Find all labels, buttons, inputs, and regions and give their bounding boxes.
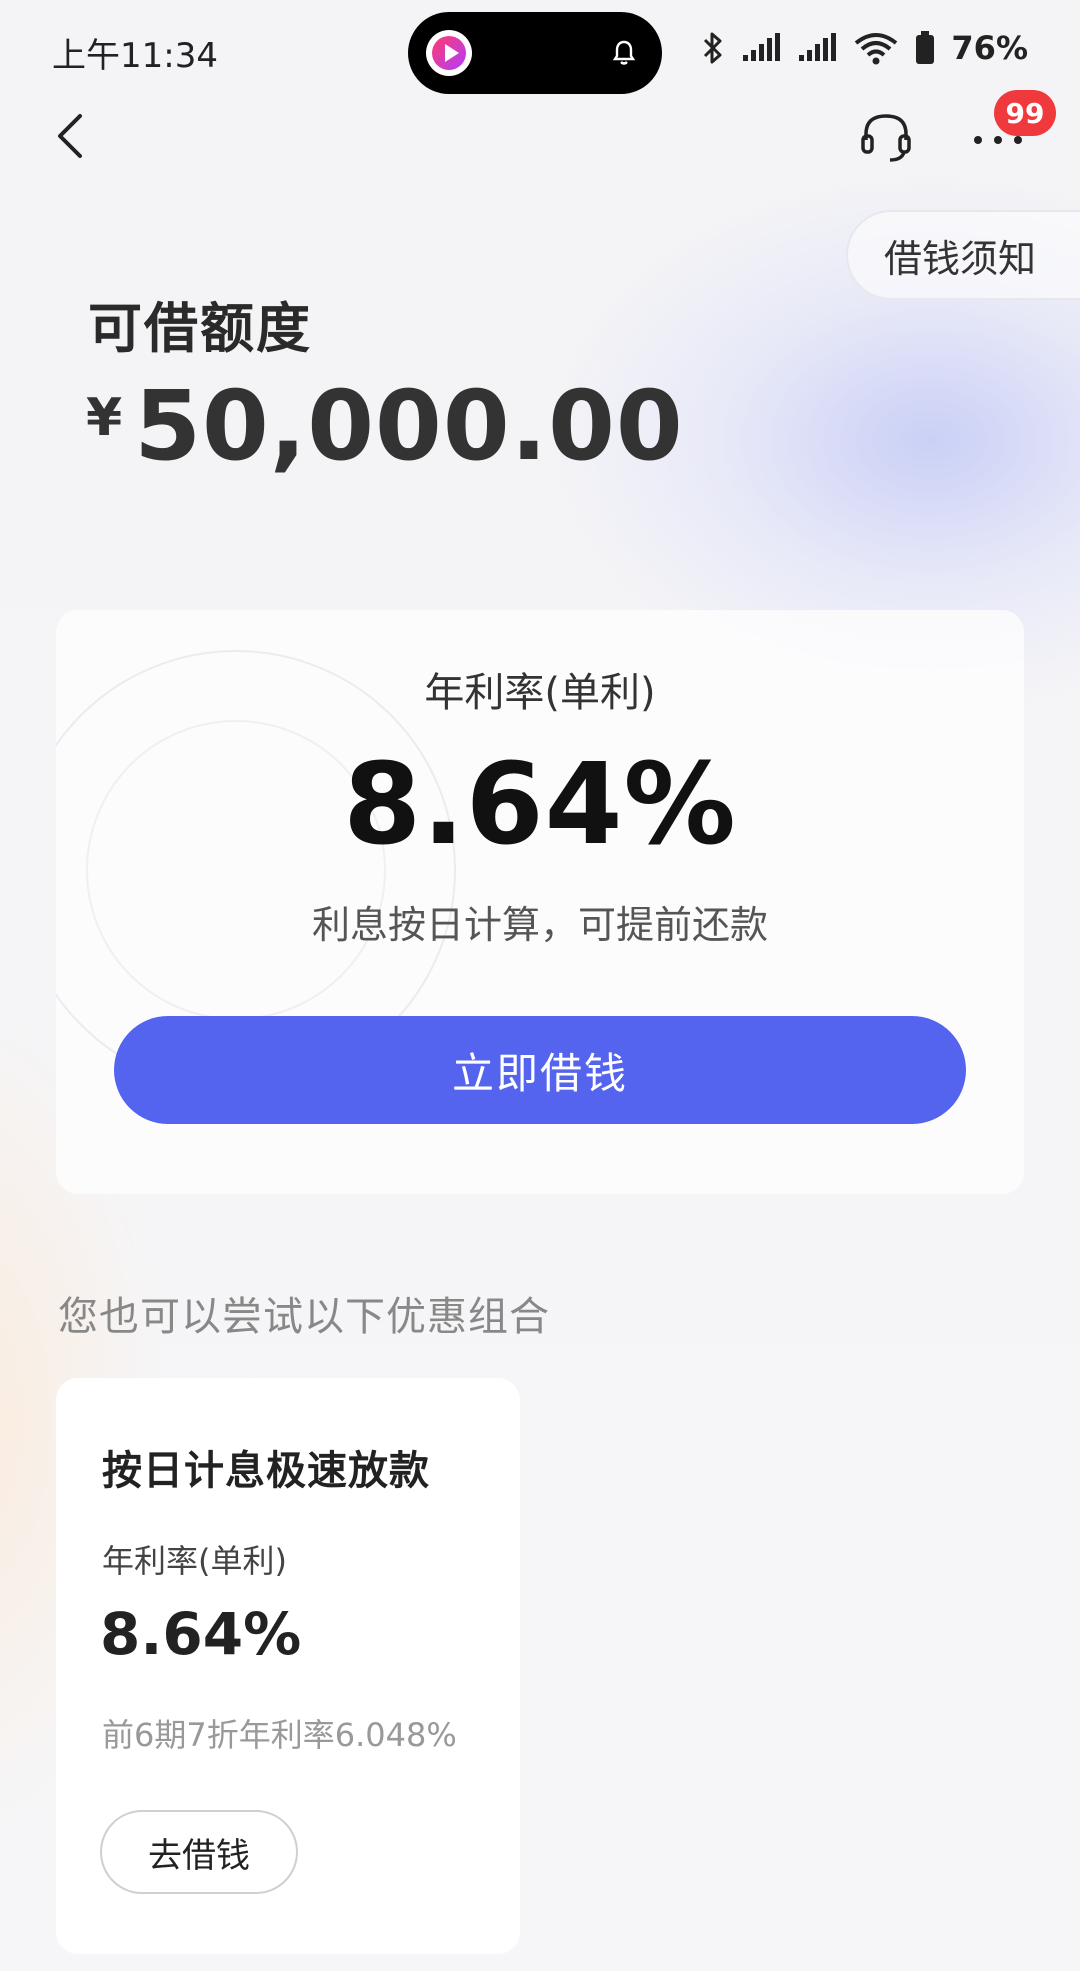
loan-notice-button[interactable]: 借钱须知 (846, 210, 1080, 300)
loan-page: 上午11:34 76% 99 借钱须知 可借额度 ¥ 50,000.00 年利率… (0, 0, 1080, 1971)
signal-1-icon (743, 33, 781, 61)
interest-note: 利息按日计算，可提前还款 (311, 903, 768, 947)
status-bar: 上午11:34 76% (0, 0, 1080, 100)
bell-icon (612, 40, 636, 65)
battery-icon (916, 31, 935, 64)
customer-service-button[interactable] (858, 108, 914, 164)
wifi-icon (855, 33, 898, 65)
annual-rate-label: 年利率(单利) (424, 670, 656, 716)
signal-2-icon (799, 33, 837, 61)
available-limit-amount: ¥ 50,000.00 (86, 378, 684, 474)
offer-rate-value: 8.64% (100, 1600, 302, 1668)
status-icons: 76% (701, 26, 1028, 70)
available-limit-label: 可借额度 (88, 297, 312, 360)
offer-discount-text: 前6期7折年利率6.048% (102, 1716, 457, 1754)
headset-icon (861, 114, 911, 162)
go-borrow-button[interactable]: 去借钱 (100, 1810, 298, 1894)
offer-card[interactable]: 按日计息极速放款 年利率(单利) 8.64% 前6期7折年利率6.048% 去借… (56, 1378, 520, 1954)
back-button[interactable] (48, 108, 98, 164)
currency-symbol: ¥ (86, 388, 123, 448)
notification-badge: 99 (994, 90, 1056, 136)
offer-rate-label: 年利率(单利) (102, 1542, 287, 1580)
dynamic-island (408, 12, 662, 94)
chevron-left-icon (58, 114, 82, 158)
bluetooth-icon (704, 32, 722, 64)
video-app-icon (426, 30, 472, 76)
offer-title: 按日计息极速放款 (102, 1448, 430, 1494)
amount-value: 50,000.00 (134, 370, 684, 482)
borrow-now-button[interactable]: 立即借钱 (114, 1016, 966, 1124)
rate-card: 年利率(单利) 8.64% 利息按日计算，可提前还款 立即借钱 (56, 610, 1024, 1194)
battery-percentage: 76% (951, 29, 1028, 67)
status-time: 上午11:34 (52, 36, 218, 76)
suggestions-heading: 您也可以尝试以下优惠组合 (58, 1294, 550, 1340)
annual-rate-value: 8.64% (343, 740, 737, 870)
